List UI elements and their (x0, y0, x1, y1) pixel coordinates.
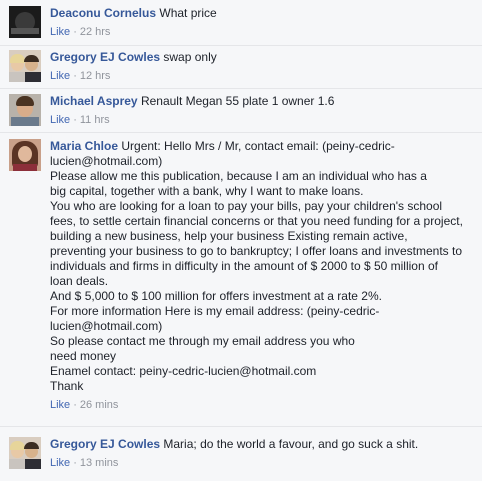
avatar[interactable] (9, 437, 41, 469)
comment-text: Maria; do the world a favour, and go suc… (163, 437, 419, 451)
avatar[interactable] (9, 50, 41, 82)
comment-text: Urgent: Hello Mrs / Mr, contact email: (… (50, 139, 463, 393)
comment-author-link[interactable]: Michael Asprey (50, 94, 138, 108)
comment-author-link[interactable]: Maria Chloe (50, 139, 118, 153)
comment-divider (0, 88, 482, 89)
like-link[interactable]: Like (50, 457, 70, 469)
like-link[interactable]: Like (50, 26, 70, 38)
comment-timestamp[interactable]: 11 hrs (80, 114, 110, 126)
comment-meta: Like · 26 mins (50, 398, 474, 412)
meta-separator: · (73, 114, 77, 126)
like-link[interactable]: Like (50, 114, 70, 126)
comment-timestamp[interactable]: 26 mins (80, 399, 119, 411)
comment-timestamp[interactable]: 22 hrs (80, 26, 111, 38)
comment-divider (0, 45, 482, 46)
profile-photo-icon (18, 146, 32, 162)
comment-item: Gregory EJ Cowles swap only Like · 12 hrs (0, 50, 482, 83)
avatar[interactable] (9, 6, 41, 38)
comment-author-link[interactable]: Gregory EJ Cowles (50, 437, 160, 451)
comment-text: What price (159, 6, 217, 20)
comment-meta: Like · 12 hrs (50, 69, 474, 83)
comment-divider (0, 132, 482, 133)
comment-author-link[interactable]: Deaconu Cornelus (50, 6, 156, 20)
comment-timestamp[interactable]: 13 mins (80, 457, 119, 469)
comment-item: Gregory EJ Cowles Maria; do the world a … (0, 437, 482, 470)
comment-author-link[interactable]: Gregory EJ Cowles (50, 50, 160, 64)
comment-text: swap only (163, 50, 217, 64)
avatar[interactable] (9, 139, 41, 171)
comment-timestamp[interactable]: 12 hrs (80, 70, 111, 82)
comment-item: Michael Asprey Renault Megan 55 plate 1 … (0, 94, 482, 127)
comment-body: Deaconu Cornelus What price Like · 22 hrs (50, 6, 474, 39)
comment-meta: Like · 13 mins (50, 456, 474, 470)
comment-divider (0, 426, 482, 427)
comment-thread: Deaconu Cornelus What price Like · 22 hrs … (0, 0, 482, 481)
comment-body: Gregory EJ Cowles Maria; do the world a … (50, 437, 474, 470)
comment-body: Maria Chloe Urgent: Hello Mrs / Mr, cont… (50, 139, 474, 412)
meta-separator: · (73, 26, 77, 38)
like-link[interactable]: Like (50, 399, 70, 411)
meta-separator: · (73, 457, 77, 469)
comment-item: Deaconu Cornelus What price Like · 22 hrs (0, 6, 482, 39)
meta-separator: · (73, 399, 77, 411)
like-link[interactable]: Like (50, 70, 70, 82)
comment-meta: Like · 22 hrs (50, 25, 474, 39)
comment-meta: Like · 11 hrs (50, 113, 474, 127)
avatar[interactable] (9, 94, 41, 126)
meta-separator: · (73, 70, 77, 82)
comment-text: Renault Megan 55 plate 1 owner 1.6 (140, 94, 335, 108)
comment-item: Maria Chloe Urgent: Hello Mrs / Mr, cont… (0, 139, 482, 412)
comment-body: Gregory EJ Cowles swap only Like · 12 hrs (50, 50, 474, 83)
comment-body: Michael Asprey Renault Megan 55 plate 1 … (50, 94, 474, 127)
